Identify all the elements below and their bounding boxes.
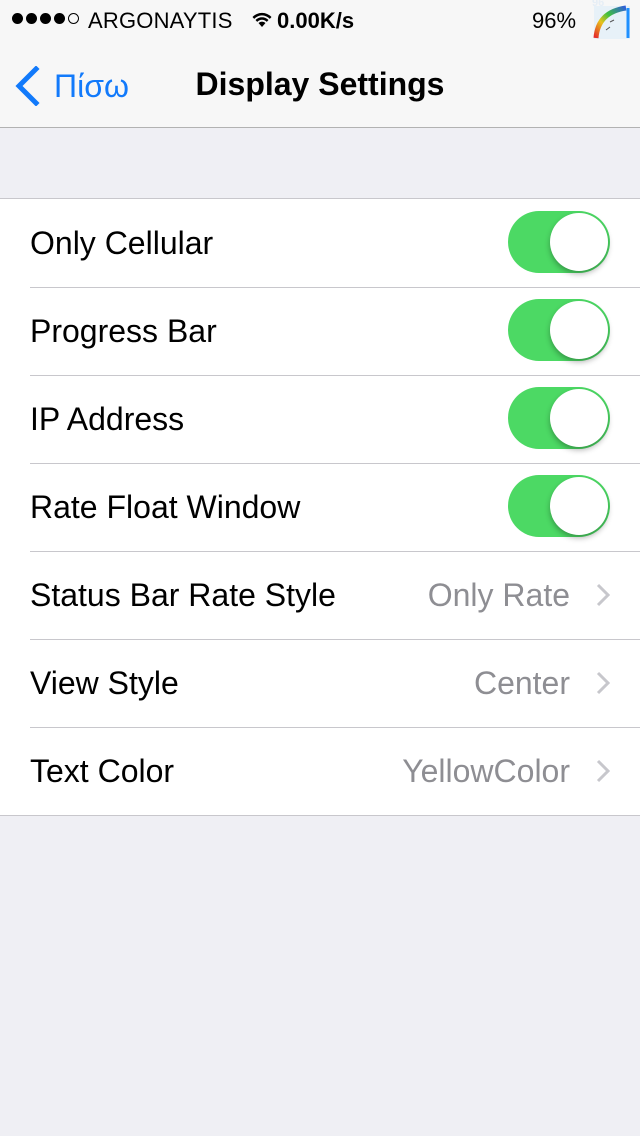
ip-address-toggle[interactable] bbox=[508, 387, 610, 449]
setting-label: Status Bar Rate Style bbox=[30, 576, 336, 613]
network-rate: 0.00K/s bbox=[277, 8, 355, 33]
battery-percentage: 96% bbox=[532, 8, 577, 33]
toggle-knob bbox=[550, 389, 608, 447]
chevron-right-icon bbox=[596, 671, 610, 695]
setting-row-rate-float-window: Rate Float Window bbox=[0, 463, 640, 551]
gauge-value: 96 bbox=[592, 0, 605, 9]
setting-row-status-bar-rate-style[interactable]: Status Bar Rate Style Only Rate bbox=[0, 551, 640, 639]
setting-label: View Style bbox=[30, 664, 179, 701]
signal-strength-icon bbox=[12, 13, 79, 24]
setting-value: YellowColor bbox=[402, 752, 570, 789]
setting-value: Only Rate bbox=[427, 576, 570, 613]
signal-dot bbox=[54, 13, 65, 24]
chevron-right-icon bbox=[596, 759, 610, 783]
only-cellular-toggle[interactable] bbox=[508, 211, 610, 273]
progress-bar-toggle[interactable] bbox=[508, 299, 610, 361]
chevron-right-icon bbox=[596, 583, 610, 607]
setting-value: Center bbox=[473, 664, 570, 701]
rate-float-window-toggle[interactable] bbox=[508, 475, 610, 537]
toggle-knob bbox=[550, 213, 608, 271]
setting-label: Progress Bar bbox=[30, 312, 217, 349]
setting-row-ip-address: IP Address bbox=[0, 375, 640, 463]
signal-dot bbox=[26, 13, 37, 24]
signal-dot bbox=[12, 13, 23, 24]
setting-row-only-cellular: Only Cellular bbox=[0, 199, 640, 287]
setting-row-progress-bar: Progress Bar bbox=[0, 287, 640, 375]
setting-label: Rate Float Window bbox=[30, 488, 301, 525]
setting-label: Text Color bbox=[30, 752, 175, 789]
status-bar: ARGONAYTIS 0.00K/s 96% 96 bbox=[0, 0, 640, 40]
page-title: Display Settings bbox=[195, 66, 445, 102]
setting-label: Only Cellular bbox=[30, 224, 214, 261]
signal-dot bbox=[40, 13, 51, 24]
carrier-name: ARGONAYTIS bbox=[88, 8, 233, 33]
signal-dot-empty bbox=[68, 13, 79, 24]
toggle-knob bbox=[550, 301, 608, 359]
wifi-icon bbox=[252, 12, 272, 27]
setting-label: IP Address bbox=[30, 400, 185, 437]
toggle-knob bbox=[550, 477, 608, 535]
settings-list: Only Cellular Progress Bar IP Address Ra… bbox=[0, 198, 640, 816]
navigation-bar: Πίσω Display Settings bbox=[0, 40, 640, 128]
setting-row-text-color[interactable]: Text Color YellowColor bbox=[0, 727, 640, 815]
setting-row-view-style[interactable]: View Style Center bbox=[0, 639, 640, 727]
